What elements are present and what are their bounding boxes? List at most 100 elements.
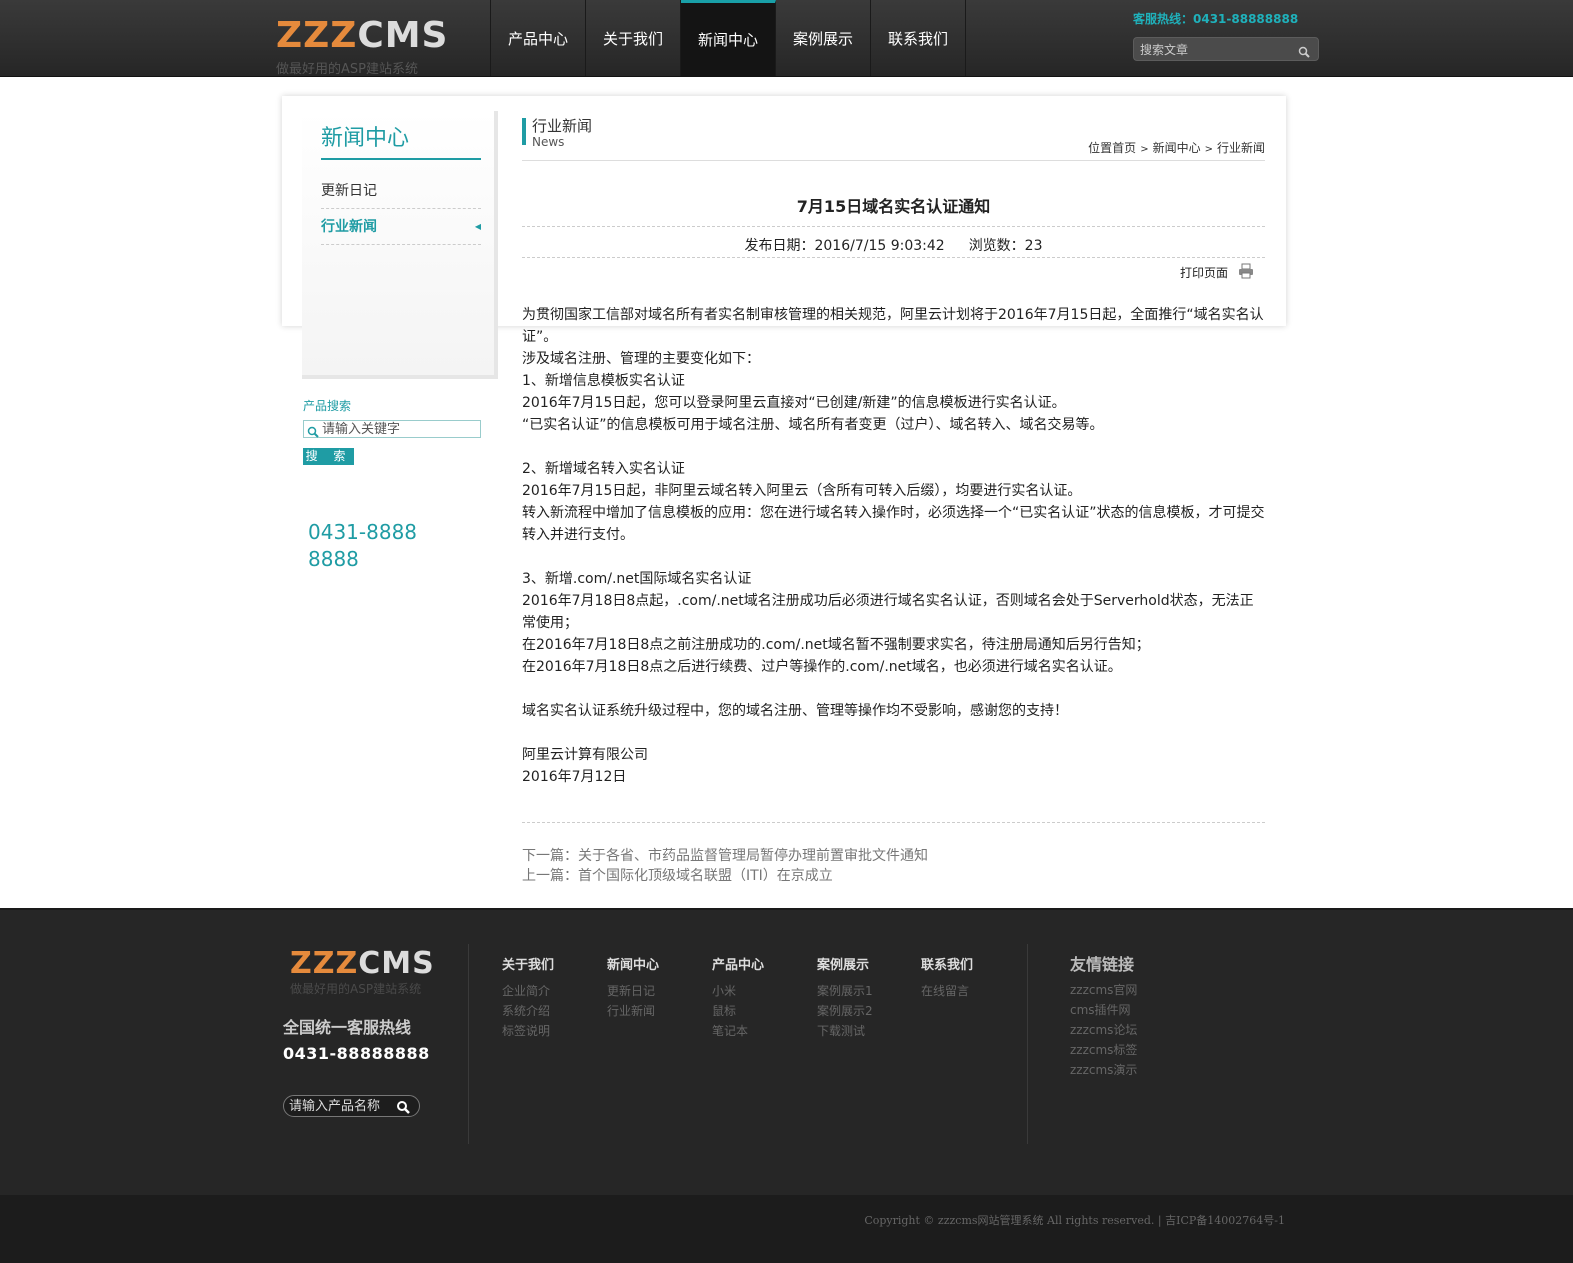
- article-paragraph: [522, 722, 1267, 744]
- article-paragraph: 2016年7月12日: [522, 769, 627, 785]
- printer-icon: [1238, 263, 1254, 282]
- header-hotline: 客服热线：0431-88888888: [1133, 12, 1299, 26]
- footer-column: 案例展示案例展示1 案例展示2 下载测试: [817, 954, 873, 1041]
- site-logo[interactable]: ZZZCMS 做最好用的ASP建站系统: [276, 15, 454, 78]
- footer-hotline-number: 0431-88888888: [283, 1044, 430, 1063]
- breadcrumb: 位置首页 > 新闻中心 > 行业新闻: [1088, 139, 1265, 156]
- site-footer: [0, 908, 1573, 1197]
- footer-link[interactable]: 更新日记: [607, 981, 659, 1001]
- sidebar-item-label: 行业新闻: [321, 219, 377, 235]
- nav-products[interactable]: 产品中心: [491, 0, 586, 76]
- footer-column: 新闻中心更新日记 行业新闻: [607, 954, 659, 1021]
- article-paragraph: 域名实名认证系统升级过程中，您的域名注册、管理等操作均不受影响，感谢您的支持！: [522, 703, 1068, 719]
- footer-column-title[interactable]: 产品中心: [712, 954, 764, 973]
- article-paragraph: 为贯彻国家工信部对域名所有者实名制审核管理的相关规范，阿里云计划将于2016年7…: [522, 307, 1264, 345]
- friend-link[interactable]: zzzcms论坛: [1070, 1020, 1137, 1040]
- copyright-bar: Copyright © zzzcms网站管理系统 All rights rese…: [0, 1195, 1573, 1263]
- footer-column-title[interactable]: 关于我们: [502, 954, 554, 973]
- friend-link[interactable]: zzzcms演示: [1070, 1060, 1137, 1080]
- product-search-button[interactable]: 搜 索: [303, 448, 354, 465]
- nav-about[interactable]: 关于我们: [586, 0, 681, 76]
- friend-links: zzzcms官网 cms插件网 zzzcms论坛 zzzcms标签 zzzcms演示: [1070, 980, 1137, 1080]
- article-paragraph: “已实名认证”的信息模板可用于域名注册、域名所有者变更（过户）、域名转入、域名交…: [522, 417, 1104, 433]
- footer-column-title[interactable]: 联系我们: [921, 954, 973, 973]
- article-paragraph: [522, 678, 1267, 700]
- footer-link[interactable]: 案例展示1: [817, 981, 873, 1001]
- footer-link[interactable]: 下载测试: [817, 1021, 873, 1041]
- prev-article-link[interactable]: 上一篇：首个国际化顶级域名联盟（ITI）在京成立: [522, 865, 833, 885]
- friend-link[interactable]: zzzcms标签: [1070, 1040, 1137, 1060]
- friend-links-title: 友情链接: [1070, 955, 1135, 974]
- sidebar-phone: 0431-88888888: [308, 520, 418, 571]
- footer-link[interactable]: 系统介绍: [502, 1001, 554, 1021]
- nav-news[interactable]: 新闻中心: [681, 0, 776, 76]
- footer-link[interactable]: 标签说明: [502, 1021, 554, 1041]
- footer-link[interactable]: 笔记本: [712, 1021, 764, 1041]
- article-paragraph: [522, 546, 1267, 568]
- friend-link[interactable]: zzzcms官网: [1070, 980, 1137, 1000]
- article-views: 浏览数：23: [968, 238, 1043, 254]
- footer-divider: [1027, 944, 1028, 1144]
- footer-search: [283, 1095, 420, 1117]
- article-body: 为贯彻国家工信部对域名所有者实名制审核管理的相关规范，阿里云计划将于2016年7…: [522, 304, 1267, 788]
- footer-link[interactable]: 企业简介: [502, 981, 554, 1001]
- sidebar-title: 新闻中心: [321, 120, 481, 160]
- article-paragraph: 2、新增域名转入实名认证: [522, 461, 685, 477]
- search-icon: [307, 423, 319, 442]
- logo-wordmark: ZZZCMS: [276, 15, 449, 56]
- sidebar-item-update-log[interactable]: 更新日记: [321, 174, 481, 209]
- breadcrumb-separator: >: [1140, 144, 1149, 155]
- footer-column-title[interactable]: 案例展示: [817, 954, 873, 973]
- footer-link[interactable]: 鼠标: [712, 1001, 764, 1021]
- next-article-link[interactable]: 下一篇：关于各省、市药品监督管理局暂停办理前置审批文件通知: [522, 845, 928, 865]
- article-paragraph: [522, 436, 1267, 458]
- breadcrumb-news-center[interactable]: 新闻中心: [1153, 141, 1201, 155]
- search-icon[interactable]: [396, 1099, 410, 1118]
- article-paragraph: 2016年7月15日起，非阿里云域名转入阿里云（含所有可转入后缀），均要进行实名…: [522, 483, 1082, 499]
- footer-hotline-title: 全国统一客服热线: [283, 1018, 412, 1037]
- article-paragraph: 1、新增信息模板实名认证: [522, 373, 685, 389]
- article-meta: 发布日期：2016/7/15 9:03:42 浏览数：23: [522, 235, 1265, 255]
- footer-column: 联系我们 在线留言: [921, 954, 973, 1001]
- article-paragraph: 2016年7月15日起，您可以登录阿里云直接对“已创建/新建”的信息模板进行实名…: [522, 395, 1066, 411]
- product-search-input[interactable]: [322, 421, 472, 437]
- article-paragraph: 2016年7月18日8点起，.com/.net域名注册成功后必须进行域名实名认证…: [522, 593, 1254, 631]
- divider: [522, 257, 1265, 258]
- nav-cases[interactable]: 案例展示: [776, 0, 871, 76]
- print-page-link[interactable]: 打印页面: [1180, 263, 1254, 282]
- breadcrumb-industry-news[interactable]: 行业新闻: [1217, 141, 1265, 155]
- main-nav: 产品中心 关于我们 新闻中心 案例展示 联系我们: [490, 0, 966, 76]
- logo-tagline: 做最好用的ASP建站系统: [276, 62, 418, 77]
- category-title: 行业新闻: [532, 117, 593, 135]
- article-paragraph: 3、新增.com/.net国际域名实名认证: [522, 571, 752, 587]
- footer-link[interactable]: 小米: [712, 981, 764, 1001]
- divider: [522, 822, 1265, 823]
- divider: [522, 226, 1265, 227]
- footer-link[interactable]: 行业新闻: [607, 1001, 659, 1021]
- product-search-label: 产品搜索: [303, 399, 352, 413]
- header-search: [1133, 37, 1319, 61]
- footer-column-title[interactable]: 新闻中心: [607, 954, 659, 973]
- article-search-input[interactable]: [1138, 40, 1292, 60]
- footer-divider: [468, 944, 469, 1144]
- footer-column: 关于我们企业简介 系统介绍 标签说明: [502, 954, 554, 1041]
- friend-link[interactable]: cms插件网: [1070, 1000, 1137, 1020]
- footer-column: 产品中心小米 鼠标 笔记本: [712, 954, 764, 1041]
- sidebar-item-label: 更新日记: [321, 183, 377, 199]
- nav-contact[interactable]: 联系我们: [871, 0, 966, 76]
- breadcrumb-home[interactable]: 位置首页: [1088, 141, 1136, 155]
- footer-link[interactable]: 案例展示2: [817, 1001, 873, 1021]
- article-paragraph: 转入新流程中增加了信息模板的应用：您在进行域名转入操作时，必须选择一个“已实名认…: [522, 505, 1265, 543]
- logo-tagline: 做最好用的ASP建站系统: [290, 982, 422, 996]
- site-header: ZZZCMS 做最好用的ASP建站系统 产品中心 关于我们 新闻中心 案例展示 …: [0, 0, 1573, 77]
- logo-wordmark: ZZZCMS: [290, 946, 435, 981]
- category-accent-bar: [522, 118, 526, 145]
- print-label: 打印页面: [1180, 266, 1229, 280]
- copyright-text: Copyright © zzzcms网站管理系统 All rights rese…: [864, 1214, 1285, 1227]
- footer-search-input[interactable]: [289, 1098, 394, 1114]
- footer-logo: ZZZCMS 做最好用的ASP建站系统: [290, 948, 435, 997]
- sidebar-item-industry-news[interactable]: 行业新闻 ◀: [321, 210, 481, 245]
- category-subtitle: News: [532, 135, 565, 149]
- search-icon[interactable]: [1298, 43, 1310, 62]
- footer-link[interactable]: 在线留言: [921, 981, 973, 1001]
